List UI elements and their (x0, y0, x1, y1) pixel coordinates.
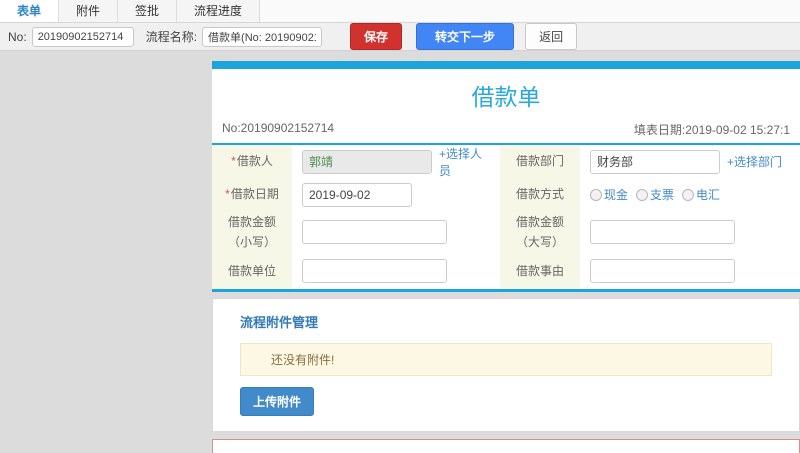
loan-reason-label: 借款事由 (500, 253, 580, 289)
tab-process-progress[interactable]: 流程进度 (177, 0, 261, 22)
department-label: 借款部门 (500, 145, 580, 178)
borrower-field: +选择人员 (292, 145, 500, 178)
save-button[interactable]: 保存 (350, 23, 403, 50)
borrower-input (302, 149, 432, 174)
main-content: 借款单 No:20190902152714 填表日期:2019-09-02 15… (212, 51, 800, 453)
loan-unit-input[interactable] (302, 259, 447, 283)
amount-big-field (580, 211, 800, 253)
radio-circle[interactable] (590, 188, 602, 201)
radio-wire-transfer[interactable]: 电汇 (682, 186, 720, 203)
approval-opinion-panel: 流程签批意见 B I abc (212, 439, 800, 453)
radio-circle[interactable] (682, 188, 695, 201)
borrower-label: *借款人 (212, 145, 292, 178)
loan-form-panel: 借款单 No:20190902152714 填表日期:2019-09-02 15… (212, 61, 800, 292)
loan-date-label: *借款日期 (212, 178, 292, 211)
sheet-title: 借款单 (471, 84, 541, 110)
required-asterisk: * (231, 154, 236, 169)
sheet-date-text: 填表日期:2019-09-02 15:27:1 (633, 123, 790, 137)
loan-method-field: 现金 支票 电汇 (580, 178, 800, 211)
sheet-no-text: No:20190902152714 (222, 121, 335, 135)
tab-approval[interactable]: 签批 (118, 0, 178, 22)
amount-small-field (292, 211, 500, 253)
tab-attachments[interactable]: 附件 (59, 0, 119, 22)
loan-date-field (292, 178, 500, 211)
amount-big-input[interactable] (590, 220, 735, 244)
attachments-panel: 流程附件管理 还没有附件! 上传附件 (212, 298, 800, 432)
tab-form[interactable]: 表单 (0, 0, 60, 22)
process-name-input[interactable] (202, 26, 323, 47)
loan-method-label: 借款方式 (500, 178, 580, 211)
no-label: No: (8, 29, 27, 44)
sheet-meta: No:20190902152714 填表日期:2019-09-02 15:27:… (212, 119, 800, 145)
required-asterisk: * (225, 187, 230, 202)
radio-cheque[interactable]: 支票 (636, 186, 674, 203)
amount-big-label: 借款金额（大写） (500, 211, 580, 253)
radio-circle[interactable] (636, 188, 649, 201)
no-input[interactable] (31, 26, 134, 47)
no-attachments-message: 还没有附件! (240, 343, 772, 376)
back-button[interactable]: 返回 (525, 23, 578, 50)
loan-method-radio-group: 现金 支票 电汇 (590, 186, 720, 203)
amount-small-label: 借款金额（小写） (212, 211, 292, 253)
department-field: +选择部门 (580, 145, 800, 178)
form-grid: *借款人 +选择人员 借款部门 +选择部门 *借款日期 借款方式 现金 (212, 145, 800, 289)
attachments-title: 流程附件管理 (240, 315, 319, 330)
radio-cash[interactable]: 现金 (590, 186, 628, 203)
loan-date-input[interactable] (302, 182, 412, 207)
loan-reason-input[interactable] (590, 259, 735, 283)
amount-small-input[interactable] (302, 220, 447, 244)
command-toolbar: No: 流程名称: 保存 转交下一步 返回 (0, 23, 800, 51)
department-input[interactable] (590, 149, 720, 174)
loan-reason-field (580, 253, 800, 289)
select-person-link[interactable]: +选择人员 (439, 145, 490, 179)
upload-attachment-button[interactable]: 上传附件 (240, 387, 315, 416)
tab-bar: 表单 附件 签批 流程进度 (0, 0, 800, 23)
loan-unit-field (292, 253, 500, 289)
loan-unit-label: 借款单位 (212, 253, 292, 289)
panel-top-bar (212, 61, 800, 69)
process-name-label: 流程名称: (145, 30, 198, 44)
forward-next-step-button[interactable]: 转交下一步 (416, 23, 515, 50)
select-department-link[interactable]: +选择部门 (727, 153, 782, 170)
